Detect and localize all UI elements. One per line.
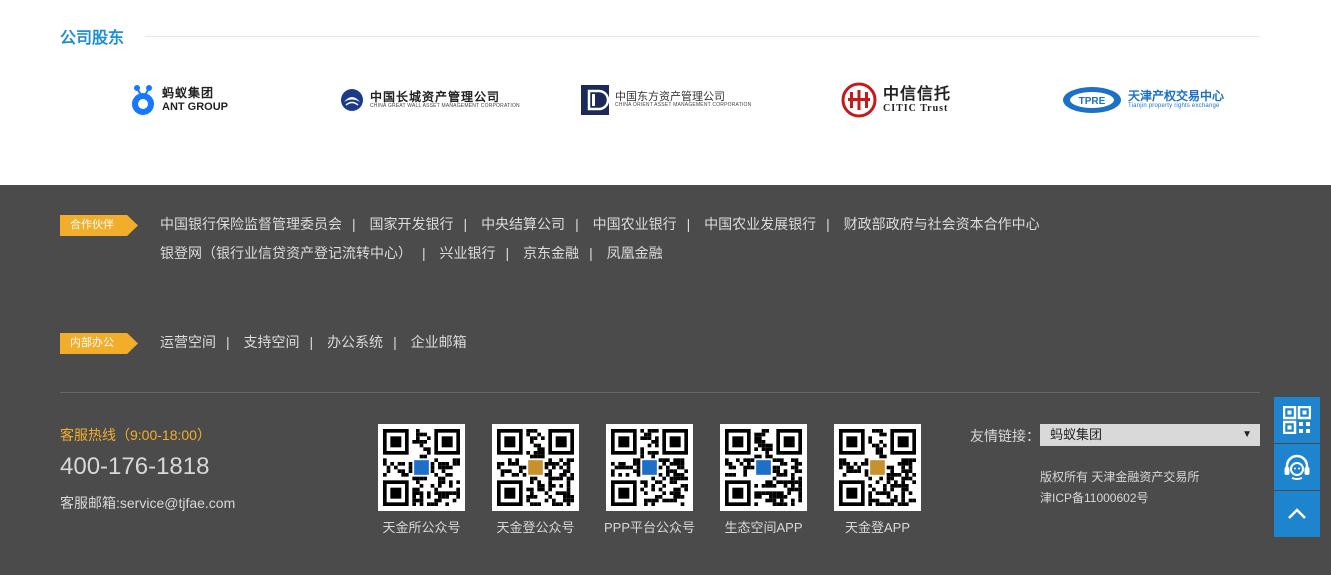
qr-code-eco-app: 生态空间APP [720, 424, 807, 536]
orient-logo-icon [581, 85, 609, 115]
internal-tag: 内部办公 [60, 333, 138, 354]
friend-links-label: 友情链接： [970, 428, 1040, 444]
caret-down-icon: ▼ [1242, 429, 1252, 440]
qr-label: 生态空间APP [724, 520, 803, 535]
hotline-number: 400-176-1818 [60, 453, 210, 480]
partners-tag: 合作伙伴 [60, 215, 138, 236]
internal-link[interactable]: 办公系统 [327, 334, 383, 350]
internal-link[interactable]: 支持空间 [244, 334, 300, 350]
partner-link[interactable]: 京东金融 [523, 245, 579, 261]
qr-label: 天金登APP [844, 520, 910, 535]
copyright-owner: 版权所有 天津金融资产交易所 [1040, 470, 1200, 484]
qr-code-icon [725, 429, 802, 506]
qr-code-ppp-wechat: PPP平台公众号 [604, 424, 695, 536]
partner-link[interactable]: 财政部政府与社会资本合作中心 [844, 216, 1040, 232]
logo-great-wall[interactable]: 中国长城资产管理公司 CHINA GREAT WALL ASSET MANAGE… [340, 78, 520, 122]
friend-links-select[interactable]: 蚂蚁集团 ▼ [1040, 424, 1260, 446]
partner-link[interactable]: 中国农业发展银行 [704, 216, 816, 232]
qr-code-icon [1283, 406, 1311, 434]
shareholders-section: 公司股东 蚂蚁集团 ANT GROUP 中国长城资产管理公司 CHINA GRE… [0, 0, 1331, 185]
partners-row-2: 银登网（银行业信贷资产登记流转中心） | 兴业银行 | 京东金融 | 凤凰金融 [160, 245, 663, 261]
qr-code-tjfae-wechat: 天金所公众号 [378, 424, 465, 536]
partner-link[interactable]: 兴业银行 [440, 245, 496, 261]
partner-link[interactable]: 银登网（银行业信贷资产登记流转中心） [160, 245, 412, 261]
qr-code-tjd-app: 天金登APP [834, 424, 921, 536]
partners-links: 中国银行保险监督管理委员会 | 国家开发银行 | 中央结算公司 | 中国农业银行 | 中… [160, 210, 1040, 268]
qr-label: 天金登公众号 [496, 520, 575, 535]
back-to-top-button[interactable] [1274, 491, 1320, 537]
great-wall-logo-icon [341, 89, 363, 111]
side-floating-bar [1274, 397, 1320, 538]
internal-link[interactable]: 企业邮箱 [411, 334, 467, 350]
logo-sub: CITIC Trust [883, 103, 949, 115]
logo-sub: CHINA GREAT WALL ASSET MANAGEMENT CORPOR… [370, 102, 520, 109]
partner-link[interactable]: 中央结算公司 [481, 216, 565, 232]
service-email[interactable]: 客服邮箱:service@tjfae.com [60, 493, 235, 513]
partner-link[interactable]: 中国农业银行 [593, 216, 677, 232]
logo-name: 蚂蚁集团 [162, 86, 215, 101]
partner-link[interactable]: 凤凰金融 [607, 245, 663, 261]
logo-ant-group[interactable]: 蚂蚁集团 ANT GROUP [130, 78, 228, 122]
partner-link[interactable]: 中国银行保险监督管理委员会 [160, 216, 342, 232]
logo-sub: Tianjin property rights exchange [1128, 103, 1220, 110]
qr-code-icon [497, 429, 574, 506]
logo-sub: CHINA ORIENT ASSET MANAGEMENT CORPORATIO… [615, 102, 752, 109]
footer: 合作伙伴 中国银行保险监督管理委员会 | 国家开发银行 | 中央结算公司 | 中国农业… [0, 185, 1331, 575]
qr-code-icon [611, 429, 688, 506]
chevron-up-icon [1288, 508, 1306, 519]
section-title: 公司股东 [60, 30, 125, 47]
icp-number[interactable]: 津ICP备11000602号 [1040, 488, 1199, 509]
svg-text:TPRE: TPRE [1079, 96, 1106, 107]
internal-links: 运营空间 | 支持空间 | 办公系统 | 企业邮箱 [160, 334, 467, 350]
qr-code-button[interactable] [1274, 397, 1320, 443]
logo-tianjin-exchange[interactable]: TPRE 天津产权交易中心 Tianjin property rights ex… [1062, 78, 1224, 122]
citic-logo-icon [841, 82, 877, 118]
qr-code-icon [383, 429, 460, 506]
logo-sub: ANT GROUP [162, 100, 228, 113]
internal-link[interactable]: 运营空间 [160, 334, 216, 350]
footer-divider [60, 392, 1260, 393]
title-divider [145, 36, 1260, 37]
partner-link[interactable]: 国家开发银行 [370, 216, 454, 232]
qr-code-tjd-wechat: 天金登公众号 [492, 424, 579, 536]
tianjin-logo-icon: TPRE [1063, 87, 1121, 113]
logo-name: 中国长城资产管理公司 [370, 89, 501, 104]
logo-citic-trust[interactable]: 中信信托 CITIC Trust [841, 78, 951, 122]
ant-logo-icon [132, 85, 154, 115]
customer-service-button[interactable] [1274, 444, 1320, 490]
qr-label: PPP平台公众号 [603, 520, 695, 535]
copyright: 版权所有 天津金融资产交易所 津ICP备11000602号 [1040, 467, 1199, 509]
hotline-label: 客服热线（9:00-18:00） [60, 427, 211, 443]
partners-row-1: 中国银行保险监督管理委员会 | 国家开发银行 | 中央结算公司 | 中国农业银行 | 中… [160, 216, 1040, 232]
headset-icon [1284, 454, 1310, 480]
logo-name: 天津产权交易中心 [1128, 89, 1225, 104]
logo-orient[interactable]: 中国东方资产管理公司 CHINA ORIENT ASSET MANAGEMENT… [581, 78, 751, 122]
friend-links-selected: 蚂蚁集团 [1050, 427, 1103, 442]
qr-label: 天金所公众号 [382, 520, 461, 535]
qr-code-icon [839, 429, 916, 506]
logo-name: 中信信托 [883, 85, 952, 103]
